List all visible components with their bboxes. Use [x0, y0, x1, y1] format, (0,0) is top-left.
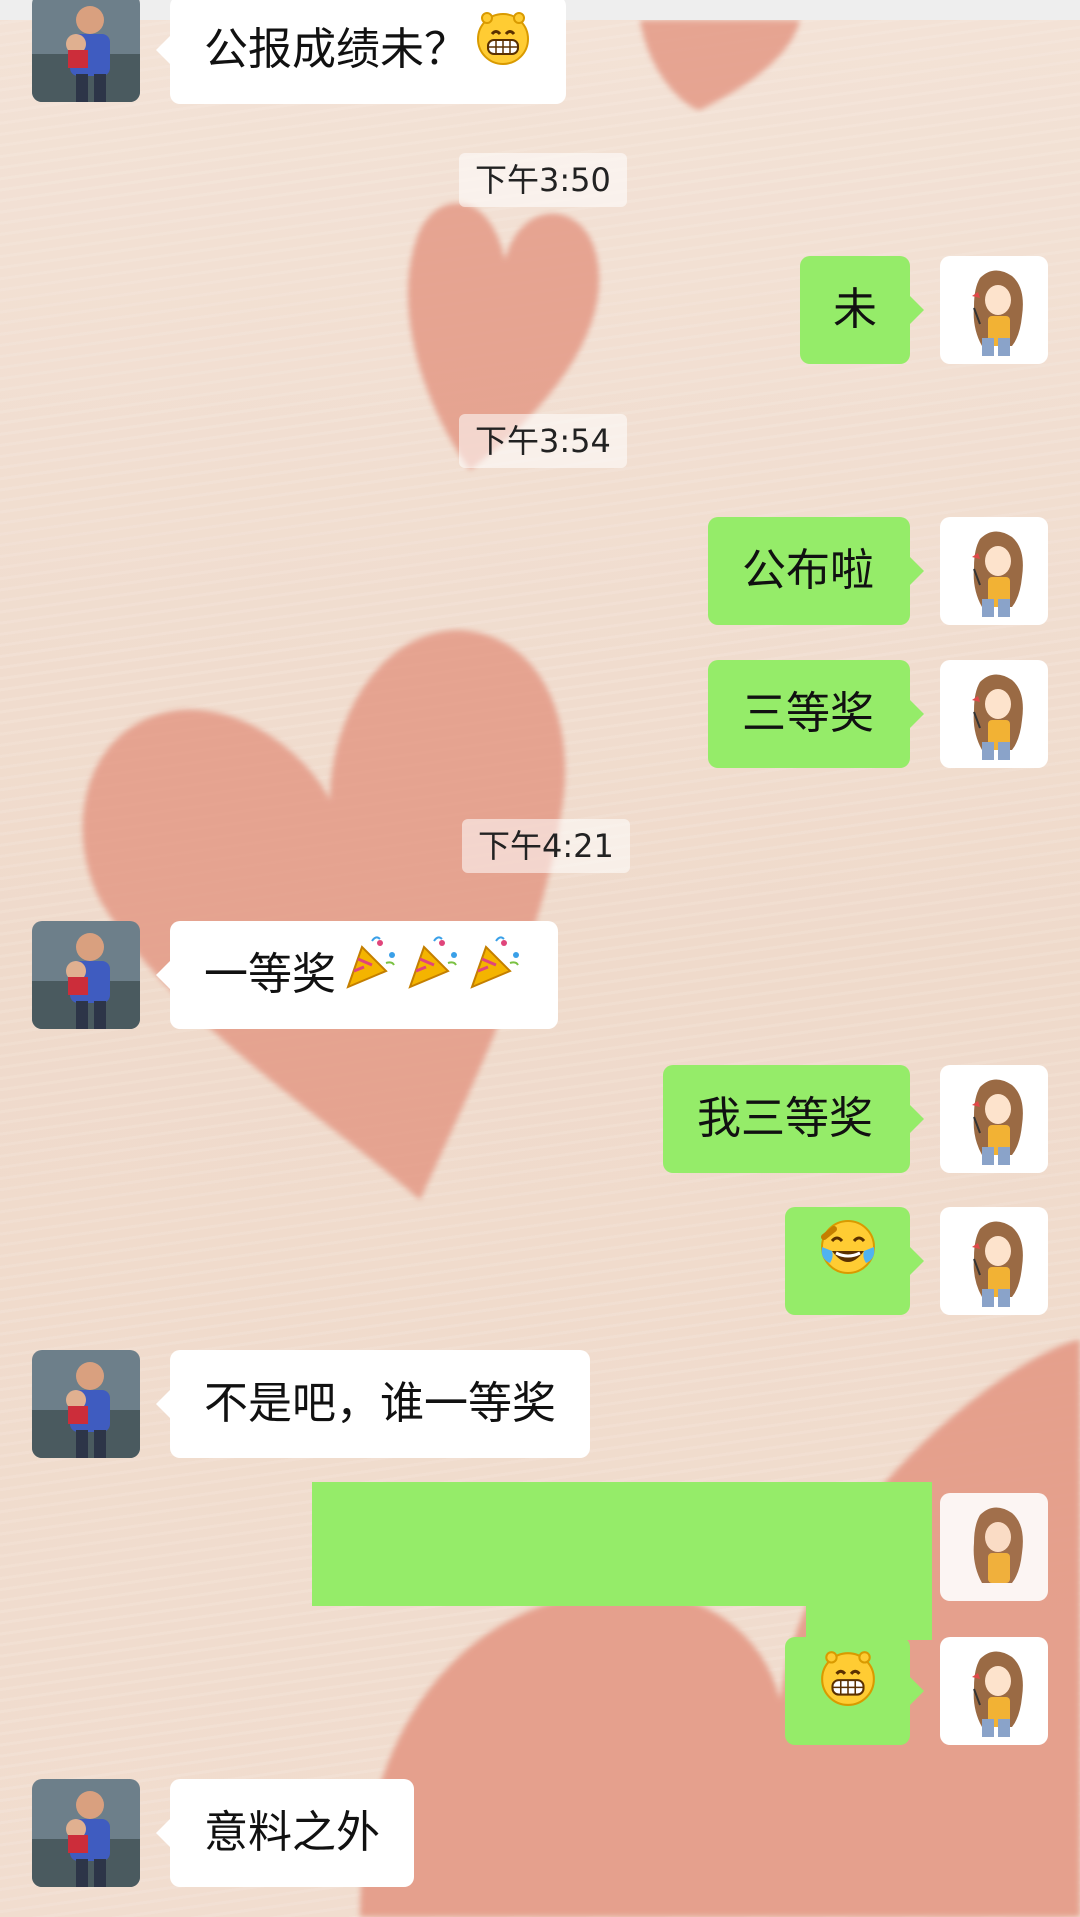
- my-avatar[interactable]: [940, 1493, 1048, 1601]
- timestamp: 下午3:54: [459, 414, 627, 468]
- my-avatar[interactable]: [940, 1207, 1048, 1315]
- message-text: 三等奖: [742, 688, 874, 739]
- message-text: 公报成绩未？: [204, 24, 468, 75]
- party-popper-icon: [404, 923, 462, 1031]
- message-text: 未: [833, 284, 877, 335]
- my-avatar[interactable]: [940, 256, 1048, 364]
- laughing-crying-emoji: [818, 1209, 878, 1317]
- message-text: 一等奖: [204, 949, 336, 1000]
- message-text: 公布啦: [742, 545, 874, 596]
- contact-avatar[interactable]: [32, 921, 140, 1029]
- message-bubble-outgoing[interactable]: 我三等奖: [663, 1065, 924, 1173]
- grinning-face-emoji: [818, 1639, 878, 1747]
- contact-avatar[interactable]: [32, 0, 140, 102]
- message-bubble-outgoing[interactable]: 未: [800, 256, 924, 364]
- message-bubble-outgoing[interactable]: 公布啦: [708, 517, 924, 625]
- message-text: 意料之外: [204, 1807, 380, 1858]
- my-avatar[interactable]: [940, 1065, 1048, 1173]
- message-bubble-incoming[interactable]: 意料之外: [156, 1779, 414, 1887]
- party-popper-icon: [342, 923, 400, 1031]
- message-bubble-incoming[interactable]: 一等奖: [156, 921, 558, 1031]
- timestamp: 下午3:50: [459, 153, 627, 207]
- grinning-face-emoji: [474, 0, 532, 106]
- message-bubble-outgoing[interactable]: [785, 1637, 924, 1747]
- contact-avatar[interactable]: [32, 1779, 140, 1887]
- redacted-message-mosaic: [806, 1600, 932, 1640]
- message-bubble-outgoing[interactable]: [785, 1207, 924, 1317]
- redacted-message-mosaic: [312, 1482, 932, 1606]
- message-text: 不是吧，谁一等奖: [204, 1378, 556, 1429]
- my-avatar[interactable]: [940, 660, 1048, 768]
- party-popper-icon: [466, 923, 524, 1031]
- my-avatar[interactable]: [940, 1637, 1048, 1745]
- message-text: 我三等奖: [697, 1093, 873, 1144]
- my-avatar[interactable]: [940, 517, 1048, 625]
- message-bubble-incoming[interactable]: 公报成绩未？: [156, 0, 566, 106]
- message-bubble-outgoing[interactable]: 三等奖: [708, 660, 924, 768]
- contact-avatar[interactable]: [32, 1350, 140, 1458]
- timestamp: 下午4:21: [462, 819, 630, 873]
- message-bubble-incoming[interactable]: 不是吧，谁一等奖: [156, 1350, 590, 1458]
